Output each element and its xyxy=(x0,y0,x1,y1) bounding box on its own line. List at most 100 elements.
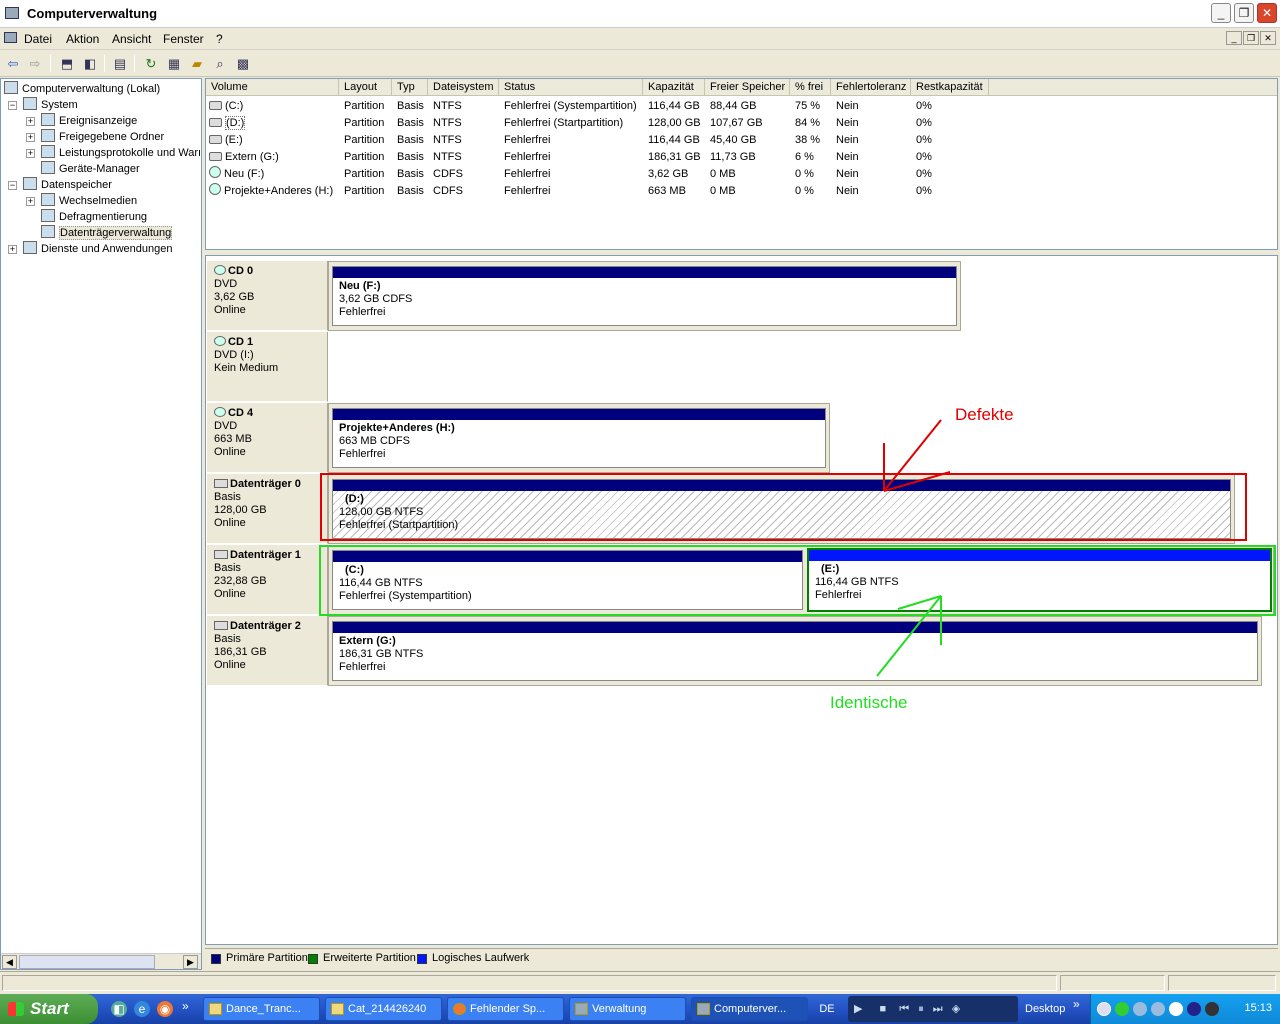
disk-0-label[interactable]: Datenträger 0 Basis 128,00 GB Online xyxy=(207,474,328,544)
col-typ[interactable]: Typ xyxy=(392,79,428,96)
tray-clover-icon[interactable] xyxy=(1115,1002,1129,1016)
volume-row-cell: Nein xyxy=(836,100,859,112)
language-indicator[interactable]: DE xyxy=(812,997,842,1021)
tray-g-icon[interactable] xyxy=(1169,1002,1183,1016)
tree-datentraegerverwaltung[interactable]: Datenträgerverwaltung xyxy=(41,225,173,241)
search-icon[interactable]: ⌕ xyxy=(210,54,230,73)
volume-row-name[interactable]: (E:) xyxy=(209,132,337,149)
desktop-toolbar[interactable]: Desktop xyxy=(1025,997,1065,1021)
refresh-icon[interactable]: ↻ xyxy=(141,54,161,73)
quicklaunch-more-icon[interactable]: » xyxy=(182,999,189,1013)
close-button[interactable]: ✕ xyxy=(1257,3,1277,23)
menu-help[interactable]: ? xyxy=(216,32,223,46)
tree-defragmentierung[interactable]: Defragmentierung xyxy=(41,209,147,225)
document-icon[interactable] xyxy=(4,32,17,43)
task-fehlender[interactable]: Fehlender Sp... xyxy=(447,997,564,1021)
disk-2-label[interactable]: Datenträger 2 Basis 186,31 GB Online xyxy=(207,616,328,686)
tray-expand-icon[interactable] xyxy=(1097,1002,1111,1016)
scroll-thumb[interactable] xyxy=(19,955,155,969)
disk-cd0-label[interactable]: CD 0 DVD 3,62 GB Online xyxy=(207,261,328,331)
col-volume[interactable]: Volume xyxy=(206,79,339,96)
menu-datei[interactable]: Datei xyxy=(24,32,52,46)
media-prev-icon[interactable]: ⏮ xyxy=(899,1003,909,1015)
volume-row-name[interactable]: Projekte+Anderes (H:) xyxy=(209,183,337,200)
back-arrow-icon[interactable]: ⇦ xyxy=(3,54,23,73)
expand-ereignis-icon[interactable]: + xyxy=(26,117,35,126)
mdi-close-button[interactable]: ✕ xyxy=(1260,31,1276,45)
mdi-minimize-button[interactable]: _ xyxy=(1226,31,1242,45)
tree-root[interactable]: Computerverwaltung (Lokal) xyxy=(4,81,160,97)
menu-fenster[interactable]: Fenster xyxy=(163,32,204,46)
volume-row-name[interactable]: (D:) xyxy=(209,115,337,132)
tree-datenspeicher[interactable]: Datenspeicher xyxy=(23,177,112,193)
col-kapazitaet[interactable]: Kapazität xyxy=(643,79,705,96)
tree-system[interactable]: System xyxy=(23,97,78,113)
tree-ereignisanzeige[interactable]: Ereignisanzeige xyxy=(41,113,137,129)
disk-1-label[interactable]: Datenträger 1 Basis 232,88 GB Online xyxy=(207,545,328,615)
partition-g[interactable]: Extern (G:) 186,31 GB NTFS Fehlerfrei xyxy=(332,621,1258,681)
volume-row-name[interactable]: (C:) xyxy=(209,98,337,115)
volume-row-name[interactable]: Extern (G:) xyxy=(209,149,337,166)
mdi-restore-button[interactable]: ❐ xyxy=(1243,31,1259,45)
scroll-left-icon[interactable]: ◀ xyxy=(2,955,17,969)
partition-e[interactable]: (E:) 116,44 GB NTFS Fehlerfrei xyxy=(807,548,1272,612)
media-stop-icon[interactable]: ■ xyxy=(880,1003,887,1015)
expand-leistung-icon[interactable]: + xyxy=(26,149,35,158)
media-pause-icon[interactable]: ⏸ xyxy=(918,1003,924,1015)
up-folder-icon[interactable]: ⬒ xyxy=(57,54,77,73)
task-computerverwaltung[interactable]: Computerver... xyxy=(691,997,808,1021)
quicklaunch-ie-icon[interactable]: e xyxy=(134,1001,150,1017)
properties-icon[interactable]: ▤ xyxy=(110,54,130,73)
collapse-datenspeicher-icon[interactable]: − xyxy=(8,181,17,190)
minimize-button[interactable]: _ xyxy=(1211,3,1231,23)
task-verwaltung[interactable]: Verwaltung xyxy=(569,997,686,1021)
col-freier-speicher[interactable]: Freier Speicher xyxy=(705,79,790,96)
forward-arrow-icon[interactable]: ⇨ xyxy=(25,54,45,73)
open-folder-icon[interactable]: ▰ xyxy=(187,54,207,73)
media-play-icon[interactable]: ▶ xyxy=(854,1003,862,1015)
tree-wechselmedien[interactable]: Wechselmedien xyxy=(41,193,137,209)
task-cat[interactable]: Cat_214426240 xyxy=(325,997,442,1021)
tree-leistungsprotokolle[interactable]: Leistungsprotokolle und Warı xyxy=(41,145,201,161)
disk-cd1-label[interactable]: CD 1 DVD (I:) Kein Medium xyxy=(207,332,328,402)
disk-cd4-label[interactable]: CD 4 DVD 663 MB Online xyxy=(207,403,328,473)
quicklaunch-firefox-icon[interactable]: ◉ xyxy=(157,1001,173,1017)
tray-network2-icon[interactable] xyxy=(1151,1002,1165,1016)
show-tree-icon[interactable]: ◧ xyxy=(80,54,100,73)
tray-network-icon[interactable] xyxy=(1133,1002,1147,1016)
media-player-toolbar[interactable]: ▶ ■ ⏮ ⏸ ⏭ ◈ xyxy=(848,996,1018,1022)
partition-f[interactable]: Neu (F:) 3,62 GB CDFS Fehlerfrei xyxy=(332,266,957,326)
tree-geraete-manager[interactable]: Geräte-Manager xyxy=(41,161,140,177)
tree-dienste[interactable]: Dienste und Anwendungen xyxy=(23,241,173,257)
expand-freigegeben-icon[interactable]: + xyxy=(26,133,35,142)
col-layout[interactable]: Layout xyxy=(339,79,392,96)
task-dance-tranc[interactable]: Dance_Tranc... xyxy=(203,997,320,1021)
cd-volume-icon xyxy=(209,166,221,178)
menu-ansicht[interactable]: Ansicht xyxy=(112,32,151,46)
col-dateisystem[interactable]: Dateisystem xyxy=(428,79,499,96)
collapse-system-icon[interactable]: − xyxy=(8,101,17,110)
partition-c[interactable]: (C:) 116,44 GB NTFS Fehlerfrei (Systempart… xyxy=(332,550,803,610)
scroll-right-icon[interactable]: ▶ xyxy=(183,955,198,969)
media-next-icon[interactable]: ⏭ xyxy=(933,1003,943,1015)
col-fehlertoleranz[interactable]: Fehlertoleranz xyxy=(831,79,911,96)
tray-volume-icon[interactable] xyxy=(1187,1002,1201,1016)
col-status[interactable]: Status xyxy=(499,79,643,96)
disk-properties-icon[interactable]: ▩ xyxy=(233,54,253,73)
maximize-button[interactable]: ❐ xyxy=(1234,3,1254,23)
expand-wechsel-icon[interactable]: + xyxy=(26,197,35,206)
col-prozent-frei[interactable]: % frei xyxy=(790,79,831,96)
tree-horizontal-scrollbar[interactable]: ◀ ▶ xyxy=(1,953,201,969)
tree-freigegebene-ordner[interactable]: Freigegebene Ordner xyxy=(41,129,164,145)
menu-aktion[interactable]: Aktion xyxy=(66,32,99,46)
settings-icon[interactable]: ▦ xyxy=(164,54,184,73)
volume-row-name[interactable]: Neu (F:) xyxy=(209,166,337,183)
tray-disc-icon[interactable] xyxy=(1205,1002,1219,1016)
desktop-more-icon[interactable]: » xyxy=(1073,997,1080,1011)
col-restkapazitaet[interactable]: Restkapazität xyxy=(911,79,989,96)
partition-h[interactable]: Projekte+Anderes (H:) 663 MB CDFS Fehlerfr… xyxy=(332,408,826,468)
quicklaunch-desktop-icon[interactable]: ◧ xyxy=(111,1001,127,1017)
media-volume-icon[interactable]: ◈ xyxy=(952,1003,960,1015)
partition-d[interactable]: (D:) 128,00 GB NTFS Fehlerfrei (Startparti… xyxy=(332,479,1231,539)
expand-dienste-icon[interactable]: + xyxy=(8,245,17,254)
